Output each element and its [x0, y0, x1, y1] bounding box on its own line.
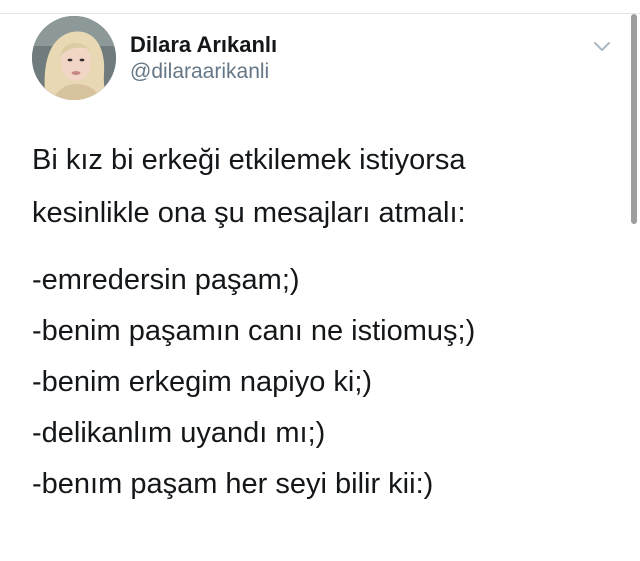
avatar[interactable] [32, 16, 116, 100]
profile-photo-icon [32, 16, 116, 100]
tweet-text-line: -benım paşam her seyi bilir kii:) [32, 468, 434, 500]
chevron-down-icon[interactable] [590, 34, 614, 58]
scrollbar[interactable] [631, 14, 637, 224]
handle[interactable]: @dilaraarikanli [130, 60, 269, 84]
tweet-text-line: kesinlikle ona şu mesajları atmalı: [32, 197, 466, 229]
tweet-text-line: -emredersin paşam;) [32, 264, 300, 296]
tweet-text-line: -delikanlım uyandı mı;) [32, 417, 326, 449]
tweet-text-line: Bi kız bi erkeği etkilemek istiyorsa [32, 144, 466, 176]
divider [0, 13, 640, 14]
tweet-text-line: -benim paşamın canı ne istiomuş;) [32, 315, 476, 347]
tweet-text-line: -benim erkegim napiyo ki;) [32, 366, 373, 398]
tweet-screenshot: Dilara Arıkanlı @dilaraarikanli Bi kız b… [0, 0, 640, 561]
display-name[interactable]: Dilara Arıkanlı [130, 32, 277, 58]
